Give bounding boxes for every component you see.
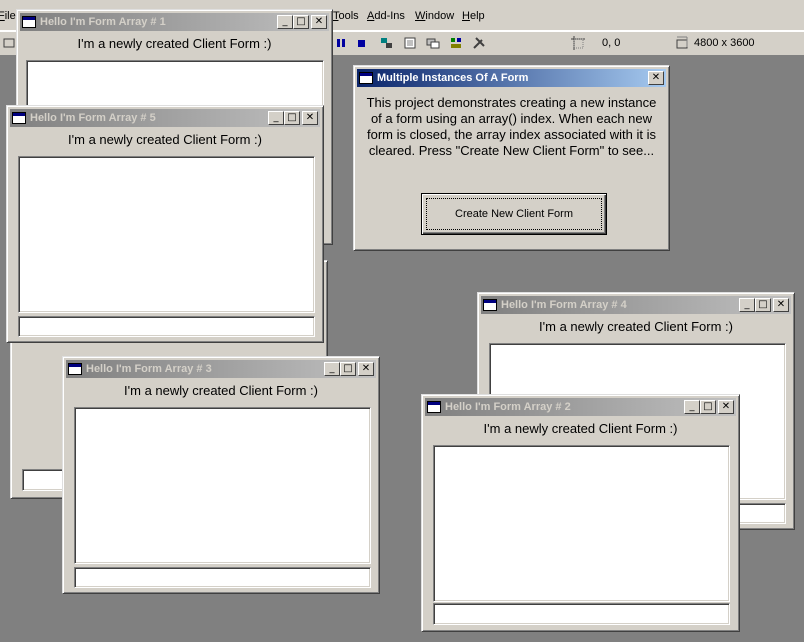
menu-tools[interactable]: Tools bbox=[333, 10, 359, 22]
form-icon bbox=[359, 72, 373, 84]
stop-icon[interactable] bbox=[354, 36, 368, 50]
maximize-button[interactable]: □ bbox=[284, 111, 300, 125]
menu-window[interactable]: Window bbox=[415, 10, 454, 22]
break-icon[interactable] bbox=[334, 36, 348, 50]
client-text-field[interactable] bbox=[18, 316, 315, 337]
minimize-button[interactable]: _ bbox=[739, 298, 755, 312]
client-form-label: I'm a newly created Client Form :) bbox=[77, 36, 272, 51]
position-icon bbox=[571, 36, 585, 50]
form-icon bbox=[22, 16, 36, 28]
project-explorer-icon[interactable] bbox=[380, 36, 394, 50]
maximize-button[interactable]: □ bbox=[293, 15, 309, 29]
focus-rectangle bbox=[426, 198, 602, 230]
size-readout: 4800 x 3600 bbox=[694, 37, 755, 49]
maximize-button[interactable]: □ bbox=[755, 298, 771, 312]
client-text-area[interactable] bbox=[74, 407, 371, 564]
main-form-window[interactable]: Multiple Instances Of A Form ✕ This proj… bbox=[353, 65, 670, 251]
main-form-titlebar[interactable]: Multiple Instances Of A Form ✕ bbox=[357, 69, 666, 87]
properties-icon[interactable] bbox=[403, 36, 417, 50]
client-form-titlebar[interactable]: Hello I'm Form Array # 5 _ □ ✕ bbox=[10, 109, 320, 127]
window-title: Multiple Instances Of A Form bbox=[377, 72, 529, 84]
form-icon bbox=[12, 112, 26, 124]
minimize-button[interactable]: _ bbox=[268, 111, 284, 125]
menu-help[interactable]: Help bbox=[462, 10, 485, 22]
client-text-field[interactable] bbox=[74, 567, 371, 588]
client-form-titlebar[interactable]: Hello I'm Form Array # 1 _ □ ✕ bbox=[20, 13, 329, 31]
window-title: Hello I'm Form Array # 4 bbox=[501, 299, 627, 311]
form-icon bbox=[68, 363, 82, 375]
client-text-area[interactable] bbox=[18, 156, 315, 313]
window-title: Hello I'm Form Array # 1 bbox=[40, 16, 166, 28]
client-form-window-3[interactable]: Hello I'm Form Array # 3 _ □ ✕ I'm a new… bbox=[62, 356, 380, 594]
maximize-button[interactable]: □ bbox=[700, 400, 716, 414]
close-button[interactable]: ✕ bbox=[358, 362, 374, 376]
client-form-window-5[interactable]: Hello I'm Form Array # 5 _ □ ✕ I'm a new… bbox=[6, 105, 324, 343]
toolbar-icon[interactable] bbox=[2, 36, 16, 50]
minimize-button[interactable]: _ bbox=[324, 362, 340, 376]
client-form-titlebar[interactable]: Hello I'm Form Array # 4 _ □ ✕ bbox=[481, 296, 791, 314]
client-form-window-2[interactable]: Hello I'm Form Array # 2 _ □ ✕ I'm a new… bbox=[421, 394, 740, 632]
description-text: This project demonstrates creating a new… bbox=[366, 95, 657, 158]
window-title: Hello I'm Form Array # 2 bbox=[445, 401, 571, 413]
create-new-client-form-button[interactable]: Create New Client Form bbox=[421, 193, 607, 235]
window-title: Hello I'm Form Array # 3 bbox=[86, 363, 212, 375]
client-form-titlebar[interactable]: Hello I'm Form Array # 2 _ □ ✕ bbox=[425, 398, 736, 416]
client-form-label: I'm a newly created Client Form :) bbox=[483, 421, 678, 436]
client-form-label: I'm a newly created Client Form :) bbox=[68, 132, 262, 147]
client-text-area[interactable] bbox=[433, 445, 730, 602]
toolbox-icon[interactable] bbox=[472, 36, 486, 50]
close-button[interactable]: ✕ bbox=[773, 298, 789, 312]
close-button[interactable]: ✕ bbox=[648, 71, 664, 85]
form-layout-icon[interactable] bbox=[426, 36, 440, 50]
window-title: Hello I'm Form Array # 5 bbox=[30, 112, 156, 124]
menu-add-ins[interactable]: Add-Ins bbox=[367, 10, 405, 22]
object-browser-icon[interactable] bbox=[449, 36, 463, 50]
menu-file[interactable]: File bbox=[0, 10, 16, 22]
client-form-label: I'm a newly created Client Form :) bbox=[539, 319, 733, 334]
size-icon bbox=[676, 36, 688, 49]
form-icon bbox=[483, 299, 497, 311]
minimize-button[interactable]: _ bbox=[684, 400, 700, 414]
maximize-button[interactable]: □ bbox=[340, 362, 356, 376]
client-form-titlebar[interactable]: Hello I'm Form Array # 3 _ □ ✕ bbox=[66, 360, 376, 378]
form-icon bbox=[427, 401, 441, 413]
client-text-field[interactable] bbox=[433, 603, 730, 625]
close-button[interactable]: ✕ bbox=[718, 400, 734, 414]
position-readout: 0, 0 bbox=[602, 37, 621, 49]
minimize-button[interactable]: _ bbox=[277, 15, 293, 29]
close-button[interactable]: ✕ bbox=[311, 15, 327, 29]
close-button[interactable]: ✕ bbox=[302, 111, 318, 125]
client-form-label: I'm a newly created Client Form :) bbox=[124, 383, 318, 398]
